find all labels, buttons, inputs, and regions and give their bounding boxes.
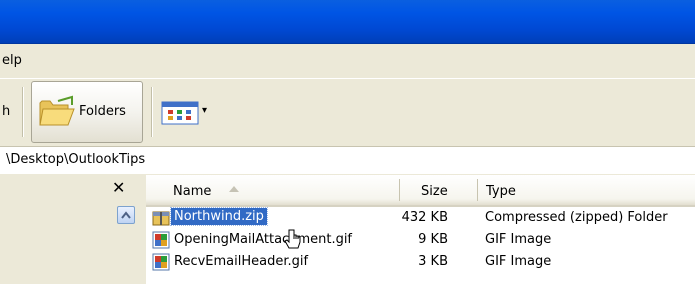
file-row[interactable]: OpeningMailAttachment.gif 9 KB GIF Image [146, 229, 695, 251]
zip-folder-icon [152, 211, 170, 226]
toolbar: h Folders ▾ [0, 79, 695, 147]
views-grid-icon [161, 101, 199, 125]
file-row[interactable]: Northwind.zip 432 KB Compressed (zipped)… [146, 207, 695, 229]
file-name[interactable]: RecvEmailHeader.gif [174, 254, 308, 269]
address-path[interactable]: \Desktop\OutlookTips [6, 152, 145, 167]
address-bar[interactable]: \Desktop\OutlookTips [0, 147, 695, 175]
menu-bar: elp [0, 44, 695, 79]
file-row[interactable]: RecvEmailHeader.gif 3 KB GIF Image [146, 251, 695, 273]
chevron-up-icon [121, 211, 131, 219]
scroll-up-button[interactable] [117, 206, 135, 224]
column-divider[interactable] [477, 179, 478, 201]
gif-image-icon [152, 231, 170, 249]
column-header-row: Name Size Type [146, 175, 695, 207]
file-name[interactable]: Northwind.zip [170, 207, 268, 226]
column-header-type[interactable]: Type [486, 184, 516, 199]
file-size: 3 KB [418, 254, 448, 269]
file-size: 9 KB [418, 232, 448, 247]
file-type: GIF Image [485, 232, 552, 247]
folders-button[interactable]: Folders [31, 81, 143, 143]
menu-item-help[interactable]: elp [2, 53, 22, 68]
file-name[interactable]: OpeningMailAttachment.gif [174, 232, 352, 247]
file-type: Compressed (zipped) Folder [485, 210, 668, 225]
column-header-size[interactable]: Size [421, 184, 448, 199]
file-type: GIF Image [485, 254, 552, 269]
window-title-bar[interactable] [0, 0, 695, 44]
hand-cursor-icon [284, 229, 301, 249]
close-pane-icon[interactable]: ✕ [112, 178, 125, 197]
column-divider[interactable] [399, 179, 400, 201]
views-button[interactable]: ▾ [161, 101, 213, 125]
sort-ascending-icon [229, 186, 239, 192]
views-dropdown-arrow-icon[interactable]: ▾ [202, 105, 207, 116]
folders-label: Folders [79, 104, 126, 119]
gif-image-icon [152, 253, 170, 271]
file-size: 432 KB [401, 210, 448, 225]
search-button-partial[interactable]: h [2, 104, 10, 119]
pane-scrollbar[interactable] [137, 175, 146, 284]
folder-icon [39, 95, 75, 126]
toolbar-separator [22, 87, 24, 137]
column-header-name[interactable]: Name [173, 184, 211, 199]
toolbar-separator [151, 87, 153, 137]
